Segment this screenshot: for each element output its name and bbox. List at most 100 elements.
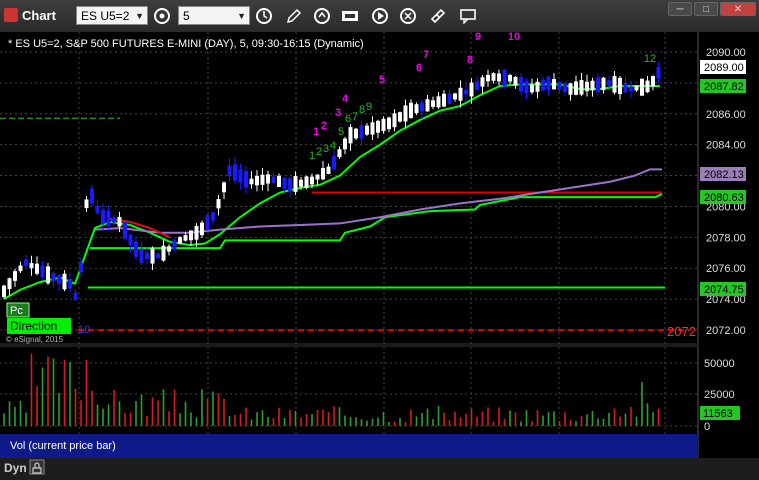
candle-body bbox=[414, 104, 419, 114]
volume-bar bbox=[531, 421, 533, 426]
pencil-icon[interactable] bbox=[284, 6, 304, 26]
candle-body bbox=[634, 85, 639, 91]
volume-bar bbox=[360, 419, 363, 426]
x-icon[interactable] bbox=[398, 6, 418, 26]
volume-bar bbox=[283, 418, 286, 426]
candle-body bbox=[57, 274, 61, 284]
volume-bar bbox=[267, 416, 269, 426]
volume-bar bbox=[234, 414, 236, 426]
comment-icon[interactable] bbox=[458, 6, 478, 26]
volume-bar bbox=[591, 410, 594, 426]
volume-bar bbox=[316, 410, 319, 426]
title-bar: Chart ES U5=2 ▼ 5 ▼ ─ □ ✕ bbox=[0, 0, 759, 33]
volume-bar bbox=[525, 410, 528, 426]
candle-body bbox=[101, 209, 105, 224]
volume-bar bbox=[140, 394, 143, 426]
volume-bar bbox=[421, 412, 423, 426]
minimize-button[interactable]: ─ bbox=[668, 2, 692, 16]
volume-bar bbox=[162, 389, 165, 426]
candle-body bbox=[535, 81, 540, 92]
svg-text:Direction: Direction bbox=[10, 319, 57, 333]
copyright-text: © eSignal, 2015 bbox=[6, 335, 64, 344]
volume-bar bbox=[129, 412, 132, 426]
price-tick-label: 2090.00 bbox=[706, 47, 746, 59]
volume-current-text: 11563 bbox=[703, 408, 733, 420]
candle-body bbox=[354, 128, 358, 139]
candle-body bbox=[271, 176, 276, 183]
volume-bar bbox=[564, 412, 566, 426]
candle-body bbox=[519, 76, 523, 92]
candle-body bbox=[194, 225, 199, 240]
volume-bar bbox=[437, 406, 440, 426]
candle-body bbox=[557, 81, 562, 90]
green-count-label: 1 bbox=[309, 150, 315, 162]
volume-bar bbox=[569, 419, 572, 426]
candle-body bbox=[579, 80, 584, 95]
volume-bar bbox=[338, 407, 341, 426]
ma-slow-badge: 2080.63 bbox=[700, 190, 746, 204]
chevron-down-icon[interactable]: ▼ bbox=[237, 7, 246, 26]
volume-bar bbox=[261, 410, 264, 426]
symbol-input[interactable]: ES U5=2 ▼ bbox=[76, 6, 148, 25]
candle-body bbox=[288, 178, 292, 192]
candle-body bbox=[651, 76, 655, 87]
volume-bar bbox=[476, 416, 478, 426]
clock-icon[interactable] bbox=[254, 6, 274, 26]
candle-body bbox=[458, 87, 463, 101]
volume-bar bbox=[124, 412, 126, 426]
link-icon[interactable] bbox=[428, 6, 448, 26]
candle-body bbox=[106, 210, 111, 226]
green-count-label: 6 bbox=[345, 113, 351, 125]
volume-bar bbox=[509, 410, 511, 426]
green-count-label: 12 bbox=[644, 53, 656, 65]
maximize-button[interactable]: □ bbox=[694, 2, 718, 16]
price-tick-label: 2078.00 bbox=[706, 232, 746, 244]
price-tick-label: 2076.00 bbox=[706, 263, 746, 275]
close-button[interactable]: ✕ bbox=[720, 2, 756, 16]
volume-bar bbox=[25, 412, 27, 426]
magenta-count-label: 5 bbox=[379, 74, 385, 86]
volume-bar bbox=[58, 393, 60, 426]
volume-bar bbox=[415, 416, 418, 426]
chevron-down-icon[interactable]: ▼ bbox=[135, 7, 144, 26]
quote-icon[interactable] bbox=[340, 6, 360, 26]
candle-body bbox=[442, 93, 446, 107]
candle-body bbox=[145, 252, 149, 260]
green-count-label: 7 bbox=[352, 111, 358, 123]
magenta-count-label: 6 bbox=[416, 62, 422, 74]
candle-body bbox=[596, 77, 600, 92]
candle-body bbox=[35, 263, 39, 274]
candle-body bbox=[238, 169, 243, 183]
interval-settings-icon[interactable] bbox=[152, 6, 172, 26]
chart-area[interactable]: 1234567891012345678912 2090.002088.00208… bbox=[0, 32, 759, 480]
volume-current-badge: 11563 bbox=[700, 406, 740, 420]
play-icon[interactable] bbox=[370, 6, 390, 26]
volume-bar bbox=[498, 407, 500, 426]
volume-bar bbox=[503, 418, 506, 426]
candle-body bbox=[156, 253, 160, 259]
candle-body bbox=[376, 120, 380, 133]
volume-bar bbox=[619, 416, 621, 426]
volume-bar bbox=[250, 419, 253, 426]
magenta-count-label: 9 bbox=[475, 32, 481, 43]
volume-bar bbox=[19, 400, 22, 426]
candle-body bbox=[211, 212, 215, 221]
candle-body bbox=[62, 273, 67, 290]
window-title: Chart bbox=[22, 8, 56, 23]
candle-body bbox=[13, 271, 17, 281]
volume-bar bbox=[586, 414, 588, 426]
green-count-label: 9 bbox=[366, 101, 372, 113]
candle-body bbox=[541, 79, 545, 91]
candle-body bbox=[497, 73, 501, 82]
refresh-icon[interactable] bbox=[312, 6, 332, 26]
vwap-badge: 2082.13 bbox=[700, 167, 746, 181]
lock-icon[interactable] bbox=[29, 459, 45, 475]
candle-body bbox=[491, 73, 496, 81]
candle-body bbox=[431, 100, 435, 107]
volume-bar bbox=[212, 391, 214, 426]
prior-close-badge: 2074.75 bbox=[700, 282, 746, 296]
interval-input[interactable]: 5 ▼ bbox=[178, 6, 250, 25]
candle-body bbox=[7, 278, 12, 290]
volume-bar bbox=[256, 412, 258, 426]
candle-body bbox=[134, 241, 138, 257]
